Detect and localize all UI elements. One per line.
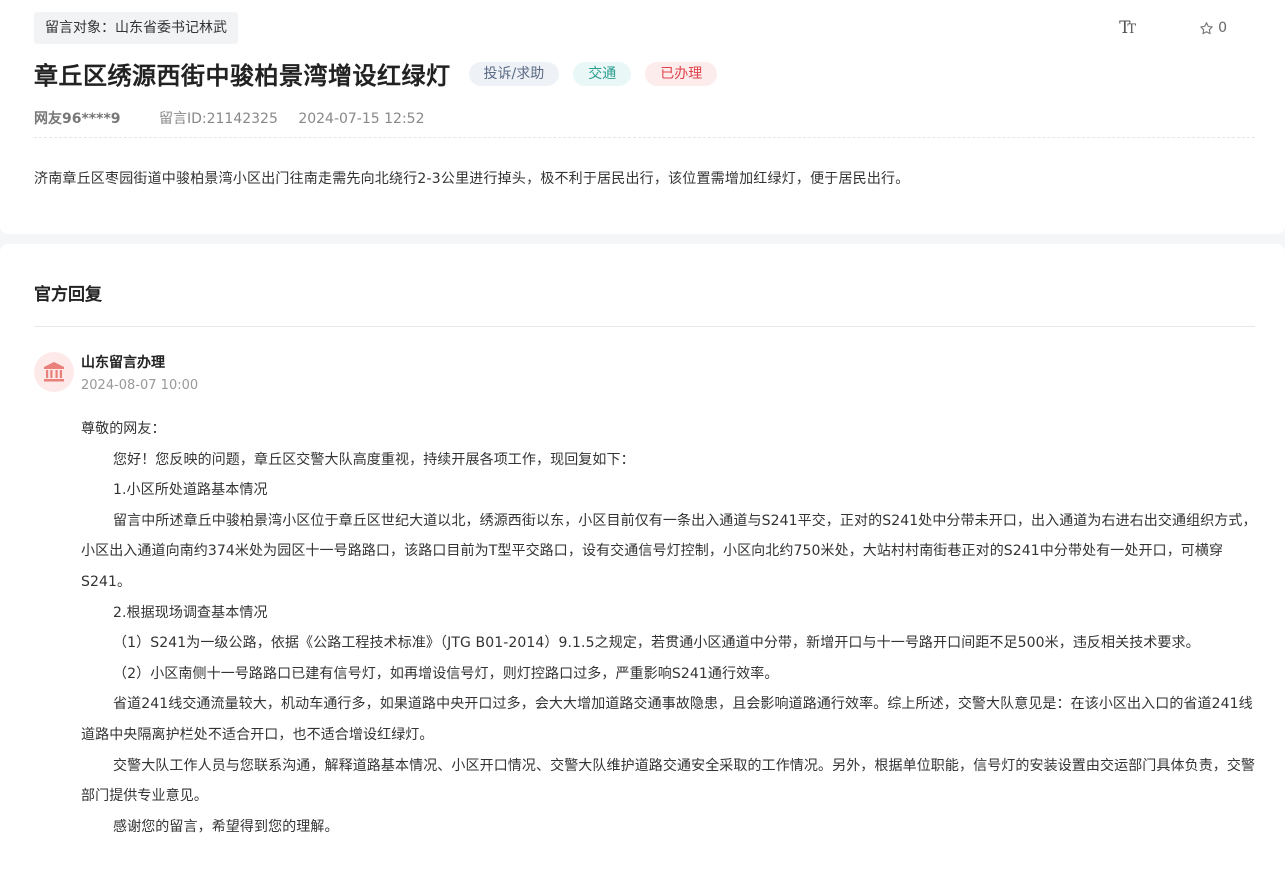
favorite-count: 0: [1218, 20, 1227, 36]
official-reply-card: 官方回复 山东留言办理 2024-08-07 10:00 尊敬的网友： 您好！您…: [0, 244, 1285, 886]
reply-paragraph: 2.根据现场调查基本情况: [113, 604, 268, 621]
government-building-icon: [44, 362, 64, 382]
message-content: 济南章丘区枣园街道中骏柏景湾小区出门往南走需先向北绕行2-3公里进行掉头，极不利…: [34, 171, 910, 187]
title-row: 章丘区绣源西街中骏柏景湾增设红绿灯 投诉/求助 交通 已办理: [34, 56, 718, 91]
reply-greeting: 尊敬的网友：: [81, 421, 166, 437]
font-size-icon[interactable]: TT: [1119, 18, 1136, 38]
page-title: 章丘区绣源西街中骏柏景湾增设红绿灯: [34, 62, 451, 90]
reply-paragraph: 1.小区所处道路基本情况: [113, 482, 268, 499]
message-datetime: 2024-07-15 12:52: [298, 111, 425, 127]
author-name: 网友96****9: [34, 111, 121, 127]
reply-time: 2024-08-07 10:00: [81, 378, 199, 393]
reply-paragraph: 省道241线交通流量较大，机动车通行多，如果道路中央开口过多，会大大增加道路交通…: [81, 696, 1253, 743]
category-badge: 交通: [573, 61, 632, 86]
reply-paragraph: 感谢您的留言，希望得到您的理解。: [113, 818, 339, 835]
reply-paragraph: 您好！您反映的问题，章丘区交警大队高度重视，持续开展各项工作，现回复如下：: [113, 451, 635, 468]
toolbar: TT 0: [1119, 18, 1227, 38]
divider: [34, 326, 1255, 327]
reply-body: 尊敬的网友： 您好！您反映的问题，章丘区交警大队高度重视，持续开展各项工作，现回…: [81, 414, 1257, 842]
message-card: 留言对象：山东省委书记林武 TT 0 章丘区绣源西街中骏柏景湾增设红绿灯 投诉/…: [0, 0, 1285, 234]
replier-name: 山东留言办理: [81, 355, 165, 371]
type-badge: 投诉/求助: [468, 61, 560, 86]
message-target-tag: 留言对象：山东省委书记林武: [34, 12, 238, 44]
reply-paragraph: 留言中所述章丘中骏柏景湾小区位于章丘区世纪大道以北，绣源西街以东，小区目前仅有一…: [81, 512, 1257, 590]
reply-paragraph: （2）小区南侧十一号路路口已建有信号灯，如再增设信号灯，则灯控路口过多，严重影响…: [113, 665, 779, 682]
status-badge: 已办理: [645, 61, 718, 86]
avatar: [34, 352, 74, 392]
reply-paragraph: （1）S241为一级公路，依据《公路工程技术标准》（JTG B01-2014）9…: [113, 635, 1200, 652]
reply-paragraph: 交警大队工作人员与您联系沟通，解释道路基本情况、小区开口情况、交警大队维护道路交…: [81, 757, 1256, 805]
favorite-button[interactable]: 0: [1199, 20, 1227, 36]
reply-section-title: 官方回复: [34, 285, 102, 305]
star-icon: [1200, 21, 1213, 34]
message-meta: 网友96****9 留言ID:21142325 2024-07-15 12:52: [34, 108, 1255, 138]
message-id: 留言ID:21142325: [158, 111, 278, 127]
